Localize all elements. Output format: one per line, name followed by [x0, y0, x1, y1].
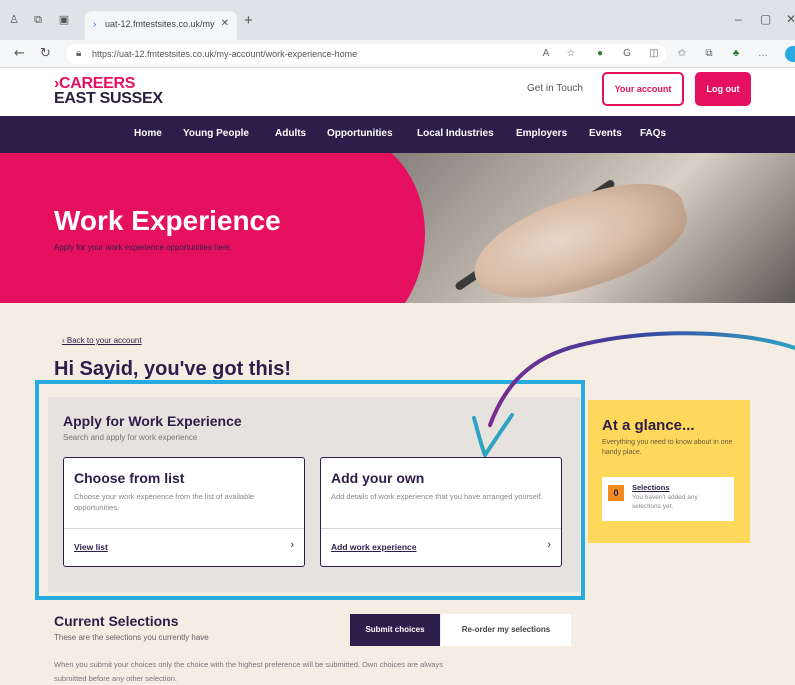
browser-address-row: ← ↻ 🔒︎ https://uat-12.fmtestsites.co.uk/… — [0, 40, 795, 68]
main-nav: Home Young People Adults Opportunities L… — [0, 116, 795, 153]
add-work-experience-link[interactable]: Add work experience — [331, 542, 417, 552]
glance-title: At a glance... — [602, 417, 695, 434]
browser-tab-bar: ♙ ⧉ ▣ › uat-12.fmtestsites.co.uk/my-acco… — [0, 0, 795, 40]
submission-note-line-2: submitted before any other selection. — [54, 674, 177, 683]
profile-icon[interactable]: ♙ — [8, 14, 20, 26]
card-title: Add your own — [331, 470, 425, 486]
chevron-right-icon[interactable]: › — [547, 539, 551, 551]
nav-events[interactable]: Events — [589, 128, 622, 139]
selections-count: 0 — [608, 485, 624, 501]
hero-banner: Work Experience Apply for your work expe… — [0, 153, 795, 303]
split-screen-icon[interactable]: ◫ — [648, 48, 660, 60]
hero-title: Work Experience — [54, 205, 281, 236]
logo-line-1: ›CAREERS — [54, 75, 136, 92]
reorder-selections-button[interactable]: Re-order my selections — [441, 614, 571, 646]
view-list-link[interactable]: View list — [74, 542, 108, 552]
submission-note-line-1: When you submit your choices only the ch… — [54, 660, 443, 669]
glance-description: Everything you need to know about in one… — [602, 439, 733, 456]
close-window-icon[interactable]: ✕ — [786, 12, 795, 26]
card-description: Choose your work experience from the lis… — [74, 492, 255, 512]
get-in-touch-link[interactable]: Get in Touch — [527, 83, 583, 94]
selections-description: You haven't added any selections yet. — [632, 494, 698, 510]
nav-local-industries[interactable]: Local Industries — [417, 128, 494, 139]
url-text: https://uat-12.fmtestsites.co.uk/my-acco… — [92, 49, 358, 59]
selections-summary[interactable]: 0 Selections You haven't added any selec… — [602, 477, 734, 521]
read-aloud-icon[interactable]: A — [540, 48, 552, 60]
hero-curve-shape — [285, 153, 425, 303]
lock-icon: 🔒︎ — [76, 48, 82, 59]
site-header: ›CAREERS EAST SUSSEX Get in Touch Your a… — [0, 68, 795, 116]
extension-icon[interactable]: ● — [594, 48, 606, 60]
your-account-button[interactable]: Your account — [602, 72, 684, 106]
tab-title: uat-12.fmtestsites.co.uk/my-acco — [105, 19, 215, 29]
tab-actions-icon[interactable]: ▣ — [58, 14, 70, 26]
nav-home[interactable]: Home — [134, 128, 162, 139]
favorite-star-icon[interactable]: ☆ — [565, 48, 577, 60]
add-your-own-card[interactable]: Add your own Add details of work experie… — [320, 457, 562, 567]
nav-opportunities[interactable]: Opportunities — [327, 128, 393, 139]
favicon-icon: › — [93, 19, 97, 30]
more-menu-icon[interactable]: … — [757, 48, 769, 60]
refresh-icon[interactable]: ↻ — [40, 46, 51, 61]
extension-icon-3[interactable]: ♣ — [730, 48, 742, 60]
selections-link[interactable]: Selections — [632, 483, 670, 492]
greeting-heading: Hi Sayid, you've got this! — [54, 358, 292, 380]
chevron-right-icon[interactable]: › — [290, 539, 294, 551]
back-to-account-link[interactable]: ‹ Back to your account — [62, 336, 142, 345]
browser-tab[interactable]: › uat-12.fmtestsites.co.uk/my-acco ✕ — [85, 11, 237, 40]
apply-subtitle: Search and apply for work experience — [63, 433, 198, 442]
collections-icon[interactable]: ⧉ — [703, 48, 715, 60]
logo[interactable]: ›CAREERS EAST SUSSEX — [54, 75, 163, 107]
card-title: Choose from list — [74, 470, 185, 486]
card-divider — [64, 528, 304, 529]
favorites-icon[interactable]: ✩ — [676, 48, 688, 60]
card-divider — [321, 528, 561, 529]
at-a-glance-panel: At a glance... Everything you need to kn… — [588, 400, 750, 543]
nav-adults[interactable]: Adults — [275, 128, 306, 139]
extension-icon-2[interactable]: G — [621, 48, 633, 60]
back-arrow-icon[interactable]: ← — [14, 46, 25, 61]
logo-line-2: EAST SUSSEX — [54, 90, 163, 107]
maximize-icon[interactable]: ▢ — [760, 12, 771, 26]
current-selections-title: Current Selections — [54, 613, 179, 629]
workspaces-icon[interactable]: ⧉ — [32, 14, 44, 26]
copilot-icon[interactable] — [785, 46, 795, 62]
hero-subtitle: Apply for your work experience opportuni… — [54, 243, 233, 252]
current-selections-subtitle: These are the selections you currently h… — [54, 633, 209, 642]
card-description: Add details of work experience that you … — [331, 492, 543, 501]
nav-faqs[interactable]: FAQs — [640, 128, 666, 139]
nav-employers[interactable]: Employers — [516, 128, 567, 139]
minimize-icon[interactable]: – — [735, 12, 742, 26]
apply-title: Apply for Work Experience — [63, 413, 242, 429]
submit-choices-button[interactable]: Submit choices — [350, 614, 440, 646]
nav-young-people[interactable]: Young People — [183, 128, 249, 139]
close-tab-icon[interactable]: ✕ — [221, 18, 229, 29]
log-out-button[interactable]: Log out — [695, 72, 751, 106]
choose-from-list-card[interactable]: Choose from list Choose your work experi… — [63, 457, 305, 567]
new-tab-icon[interactable]: + — [244, 12, 253, 29]
